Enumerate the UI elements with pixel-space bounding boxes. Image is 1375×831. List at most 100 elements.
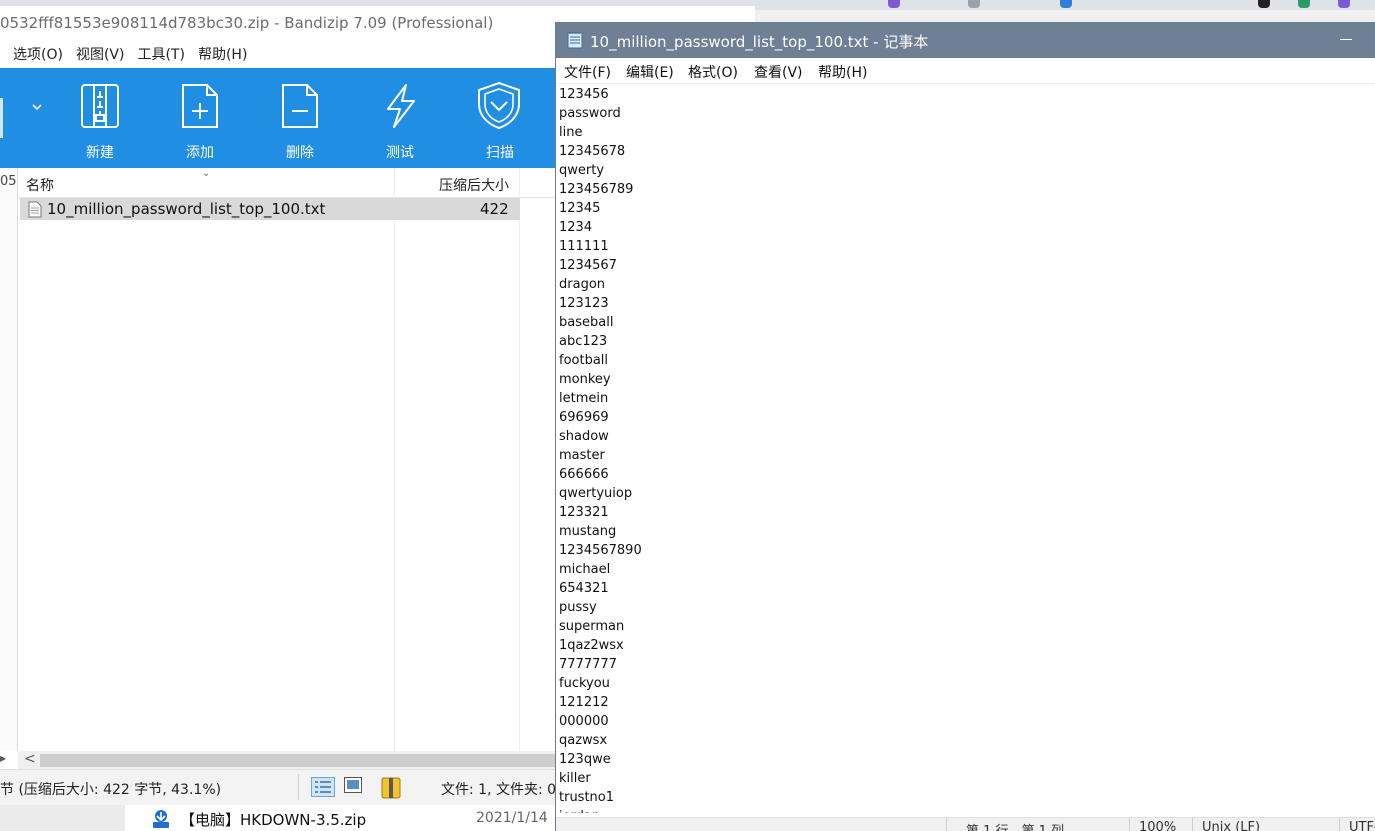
text-line: 111111	[559, 239, 609, 254]
tab-icon[interactable]	[888, 0, 900, 8]
text-line: letmein	[559, 391, 609, 406]
text-line: master	[559, 448, 605, 463]
text-file-icon	[28, 201, 42, 218]
text-line: 666666	[559, 467, 609, 482]
new-archive-button[interactable]: 新建	[60, 68, 140, 168]
notepad-title-bar[interactable]: 10_million_password_list_top_100.txt - 记…	[556, 22, 1375, 58]
text-line: 1234	[559, 220, 593, 235]
scan-shield-icon	[478, 81, 520, 130]
explorer-file-date: 2021/1/14	[476, 810, 548, 826]
cursor-position: 第 1 行，第 1 列	[966, 820, 1064, 831]
archive-file-list: 05 ⌄ 名称 压缩后大小 10_million_password_list_t…	[0, 168, 555, 770]
text-line: trustno1	[559, 790, 615, 805]
text-line: password	[559, 106, 621, 121]
tab-icon[interactable]	[1258, 0, 1270, 8]
menu-file[interactable]: 文件(F)	[564, 62, 611, 82]
zoom-level: 100%	[1139, 820, 1177, 831]
add-file-button[interactable]: 添加	[160, 68, 240, 168]
text-line: mustang	[559, 524, 617, 539]
text-line: 12345	[559, 201, 601, 216]
text-line: superman	[559, 619, 625, 634]
text-line: 1234567890	[559, 543, 642, 558]
text-line: shadow	[559, 429, 609, 444]
menu-help[interactable]: 帮助(H)	[198, 42, 247, 68]
notepad-icon	[567, 32, 583, 49]
scroll-left-icon[interactable]: <	[24, 751, 36, 767]
encoding: UTF-8	[1349, 820, 1375, 831]
tab-icon[interactable]	[1060, 0, 1072, 8]
test-button[interactable]: 测试	[360, 68, 440, 168]
menu-format[interactable]: 格式(O)	[688, 62, 738, 82]
explorer-file-name: 【电脑】HKDOWN-3.5.zip	[180, 811, 367, 829]
sort-chevron-icon: ⌄	[202, 168, 211, 179]
text-line: 121212	[559, 695, 609, 710]
status-file-count: 文件: 1, 文件夹: 0	[441, 782, 557, 798]
text-line: 000000	[559, 714, 609, 729]
delete-file-button[interactable]: 删除	[260, 68, 340, 168]
text-line: 123456	[559, 87, 609, 102]
file-compressed-size: 422	[480, 200, 509, 218]
text-line: 123321	[559, 505, 609, 520]
text-line: dragon	[559, 277, 606, 292]
delete-file-icon	[282, 84, 318, 128]
text-line: 12345678	[559, 144, 626, 159]
text-line: jordan	[559, 807, 1359, 813]
file-name: 10_million_password_list_top_100.txt	[47, 200, 326, 218]
notepad-text-area[interactable]: 123456 password line 12345678 qwerty 12345678…	[559, 85, 1359, 813]
notepad-menu-bar: 文件(F) 编辑(E) 格式(O) 查看(V) 帮助(H)	[556, 58, 1375, 84]
archive-info-icon[interactable]	[381, 777, 401, 799]
scroll-left-arrow-icon[interactable]: ▸	[0, 751, 6, 765]
menu-edit[interactable]: 编辑(E)	[626, 62, 674, 82]
scrollbar-thumb[interactable]	[40, 754, 555, 767]
menu-view[interactable]: 视图(V)	[76, 42, 125, 68]
text-line: football	[559, 353, 609, 368]
zip-archive-icon	[153, 810, 169, 828]
text-line: 123456789	[559, 182, 634, 197]
list-header: ⌄ 名称 压缩后大小	[18, 168, 555, 198]
notepad-title: 10_million_password_list_top_100.txt - 记…	[590, 33, 929, 51]
text-line: abc123	[559, 334, 608, 349]
explorer-file-row[interactable]: 【电脑】HKDOWN-3.5.zip 2021/1/14	[0, 805, 555, 831]
bandizip-status-bar: 节 (压缩后大小: 422 字节, 43.1%) 文件: 1, 文件夹: 0	[0, 769, 557, 805]
notepad-status-bar: 第 1 行，第 1 列 100% Unix (LF) UTF-8	[556, 817, 1375, 831]
thumbnail-view-icon[interactable]	[344, 777, 362, 793]
bandizip-menu-bar: 选项(O) 视图(V) 工具(T) 帮助(H)	[0, 42, 247, 68]
chevron-down-icon[interactable]	[30, 100, 44, 114]
test-lightning-icon	[387, 84, 415, 128]
text-line: monkey	[559, 372, 611, 387]
horizontal-scrollbar[interactable]: <	[18, 751, 555, 770]
column-header-name[interactable]: 名称	[26, 175, 54, 195]
text-line: 1qaz2wsx	[559, 638, 624, 653]
text-line: 123123	[559, 296, 609, 311]
text-line: 1234567	[559, 258, 617, 273]
bandizip-title: 0532fff81553e908114d783bc30.zip - Bandiz…	[0, 14, 494, 32]
text-line: 123qwe	[559, 752, 611, 767]
scan-button[interactable]: 扫描	[460, 68, 540, 168]
text-line: 696969	[559, 410, 609, 425]
line-ending: Unix (LF)	[1202, 820, 1261, 831]
menu-help[interactable]: 帮助(H)	[818, 62, 867, 82]
text-line: fuckyou	[559, 676, 610, 691]
minimize-button[interactable]	[1340, 39, 1352, 40]
table-row[interactable]: 10_million_password_list_top_100.txt 422	[20, 198, 520, 220]
column-header-compressed-size[interactable]: 压缩后大小	[439, 175, 509, 195]
tab-icon[interactable]	[968, 0, 980, 8]
text-line: pussy	[559, 600, 597, 615]
text-line: baseball	[559, 315, 614, 330]
menu-view[interactable]: 查看(V)	[754, 62, 803, 82]
text-line: 7777777	[559, 657, 617, 672]
menu-tools[interactable]: 工具(T)	[137, 42, 184, 68]
add-file-icon	[182, 84, 218, 128]
menu-options[interactable]: 选项(O)	[13, 42, 63, 68]
tab-icon[interactable]	[1338, 0, 1350, 8]
folder-tree-pane[interactable]: 05	[0, 168, 17, 751]
text-line: michael	[559, 562, 611, 577]
tab-icon[interactable]	[1298, 0, 1310, 8]
text-line: qazwsx	[559, 733, 608, 748]
text-line: killer	[559, 771, 591, 786]
status-selection-info: 节 (压缩后大小: 422 字节, 43.1%)	[0, 782, 222, 798]
new-archive-icon	[81, 84, 119, 128]
text-line: line	[559, 125, 583, 140]
details-view-icon[interactable]	[311, 777, 335, 797]
text-line: qwerty	[559, 163, 605, 178]
